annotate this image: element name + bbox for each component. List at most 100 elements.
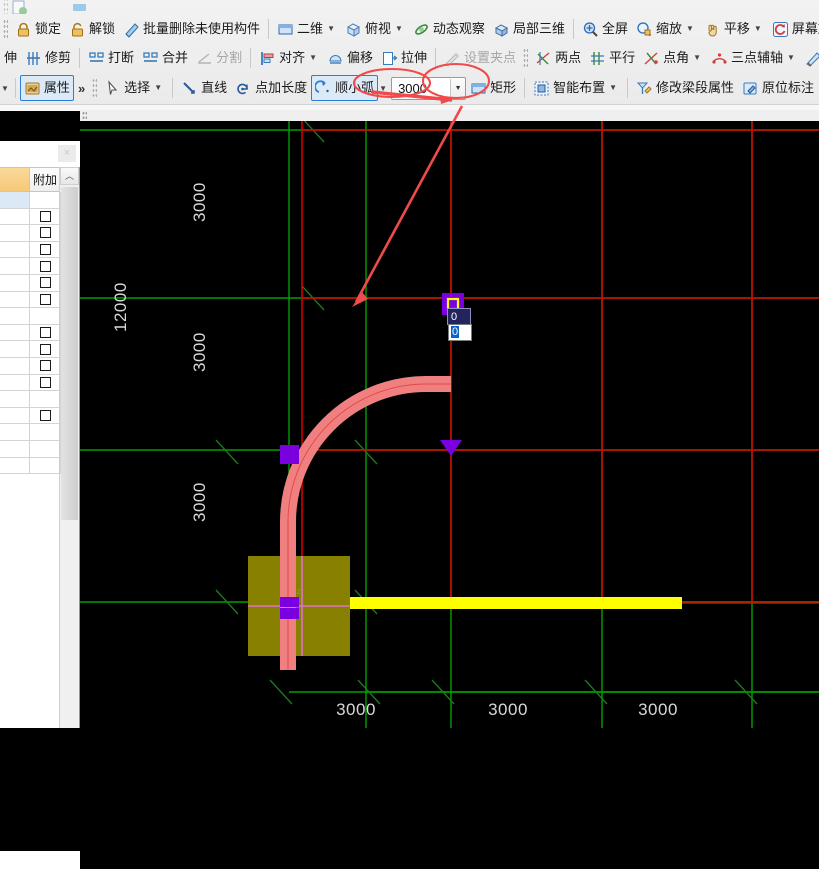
- checkbox-unchecked-icon[interactable]: [39, 210, 51, 222]
- checkbox-unchecked-icon[interactable]: [39, 376, 51, 388]
- table-cell-extra[interactable]: [30, 391, 61, 408]
- two-point-axis-button[interactable]: 两点: [531, 45, 585, 71]
- checkbox-unchecked-icon[interactable]: [39, 227, 51, 239]
- table-row[interactable]: [0, 274, 61, 292]
- checkbox-unchecked-icon[interactable]: [39, 277, 51, 289]
- offset-button[interactable]: 偏移: [323, 45, 377, 71]
- screen-rotate-button[interactable]: 屏幕旋转 ▼: [768, 16, 819, 42]
- chevron-down-icon[interactable]: ▼: [754, 17, 762, 41]
- table-cell-name[interactable]: [0, 192, 30, 209]
- table-cell-name[interactable]: [0, 341, 30, 358]
- chevron-down-icon[interactable]: ▼: [609, 76, 617, 100]
- table-row[interactable]: [0, 440, 61, 458]
- yellow-beam-body[interactable]: [350, 597, 682, 609]
- layer-icon[interactable]: [71, 0, 88, 14]
- node-marker-column-top[interactable]: [280, 597, 299, 607]
- fullscreen-button[interactable]: 全屏: [578, 16, 632, 42]
- local-3d-button[interactable]: 局部三维: [489, 16, 569, 42]
- arc-radius-combo[interactable]: 3000 ▼: [391, 76, 467, 100]
- chevron-down-icon[interactable]: ▼: [327, 17, 335, 41]
- panel-scrollbar[interactable]: ︿: [59, 167, 79, 728]
- table-row[interactable]: [0, 374, 61, 392]
- select-button-row3[interactable]: 选择 ▼: [100, 75, 168, 101]
- chevron-down-icon[interactable]: ▼: [309, 46, 317, 70]
- checkbox-unchecked-icon[interactable]: [39, 360, 51, 372]
- node-marker-column-bottom[interactable]: [280, 608, 299, 619]
- scrollbar-thumb[interactable]: [61, 187, 78, 520]
- cad-drawing-canvas[interactable]: KZ 3000 3000 3000 12000 3000 3000 3000: [80, 110, 819, 728]
- table-row[interactable]: [0, 208, 61, 226]
- yellow-beam-group[interactable]: [350, 597, 682, 609]
- table-row[interactable]: [0, 192, 61, 209]
- extend-button[interactable]: 伸: [0, 45, 21, 71]
- new-file-icon[interactable]: [11, 0, 28, 14]
- top-view-button[interactable]: 俯视 ▼: [341, 16, 409, 42]
- table-cell-name[interactable]: [0, 374, 30, 392]
- table-row[interactable]: [0, 457, 61, 475]
- table-cell-extra[interactable]: [30, 374, 61, 392]
- table-cell-extra[interactable]: [30, 341, 61, 358]
- checkbox-unchecked-icon[interactable]: [39, 260, 51, 272]
- set-grip-point-button[interactable]: 设置夹点: [440, 45, 520, 71]
- zoom-button[interactable]: 缩放 ▼: [632, 16, 700, 42]
- table-cell-extra[interactable]: [30, 424, 61, 441]
- in-place-annotation-button[interactable]: 原位标注 ▼: [738, 75, 819, 101]
- smart-layout-button[interactable]: 智能布置 ▼: [529, 75, 623, 101]
- chevron-down-icon[interactable]: ▼: [693, 46, 701, 70]
- row1-grip[interactable]: [3, 19, 8, 39]
- dynamic-orbit-button[interactable]: 动态观察: [409, 16, 489, 42]
- align-button[interactable]: 对齐 ▼: [255, 45, 323, 71]
- clockwise-small-arc-button[interactable]: 顺小弧: [311, 75, 379, 101]
- close-icon[interactable]: ×: [58, 145, 76, 162]
- table-cell-extra[interactable]: [30, 457, 61, 475]
- table-cell-extra[interactable]: [30, 225, 61, 242]
- table-row[interactable]: [0, 424, 61, 441]
- merge-button[interactable]: 合并: [138, 45, 192, 71]
- unlock-button[interactable]: 解锁: [65, 16, 119, 42]
- arc-radius-dropdown-icon[interactable]: ▼: [450, 78, 466, 98]
- table-row[interactable]: [0, 407, 61, 425]
- table-cell-extra[interactable]: [30, 291, 61, 309]
- table-cell-name[interactable]: [0, 407, 30, 425]
- checkbox-unchecked-icon[interactable]: [39, 327, 51, 339]
- chevron-down-icon[interactable]: ▼: [787, 46, 795, 70]
- properties-button[interactable]: 属性: [19, 75, 74, 101]
- node-marker-mid[interactable]: [280, 445, 299, 464]
- table-cell-name[interactable]: [0, 424, 30, 441]
- table-cell-extra[interactable]: [30, 407, 61, 425]
- direction-arrow-marker[interactable]: [440, 440, 462, 456]
- table-cell-name[interactable]: [0, 308, 30, 325]
- delete-axis-button[interactable]: 删除辅轴: [801, 45, 819, 71]
- canvas-top-splitter[interactable]: [80, 110, 819, 121]
- ribbon-grip[interactable]: [3, 0, 8, 14]
- table-cell-extra[interactable]: [30, 274, 61, 292]
- table-cell-name[interactable]: [0, 225, 30, 242]
- table-row[interactable]: [0, 324, 61, 342]
- table-cell-name[interactable]: [0, 457, 30, 475]
- checkbox-unchecked-icon[interactable]: [39, 410, 51, 422]
- rectangle-button[interactable]: 矩形: [466, 75, 520, 101]
- scroll-up-icon[interactable]: ︿: [60, 167, 79, 185]
- canvas-splitter-grip[interactable]: [82, 111, 87, 120]
- arc-radius-value[interactable]: 3000: [392, 81, 450, 96]
- view-2d-button[interactable]: 二维 ▼: [273, 16, 341, 42]
- table-row[interactable]: [0, 391, 61, 408]
- table-cell-extra[interactable]: [30, 192, 61, 209]
- table-cell-name[interactable]: [0, 258, 30, 275]
- three-point-axis-button[interactable]: 三点辅轴 ▼: [707, 45, 801, 71]
- chevron-down-icon[interactable]: ▼: [154, 76, 162, 100]
- split-button[interactable]: 分割: [192, 45, 246, 71]
- dynamic-input-field[interactable]: 0: [448, 324, 472, 341]
- table-cell-extra[interactable]: [30, 324, 61, 342]
- table-cell-name[interactable]: [0, 391, 30, 408]
- table-cell-name[interactable]: [0, 291, 30, 309]
- point-angle-button[interactable]: 点角 ▼: [639, 45, 707, 71]
- pan-button[interactable]: 平移 ▼: [700, 16, 768, 42]
- arc-mode-chevron-icon[interactable]: ▼: [379, 84, 387, 93]
- table-row[interactable]: [0, 258, 61, 275]
- table-cell-name[interactable]: [0, 440, 30, 458]
- stretch-button[interactable]: 拉伸: [377, 45, 431, 71]
- row3-grip[interactable]: [92, 78, 98, 98]
- table-cell-name[interactable]: [0, 274, 30, 292]
- edit-beam-segment-button[interactable]: 修改梁段属性: [632, 75, 738, 101]
